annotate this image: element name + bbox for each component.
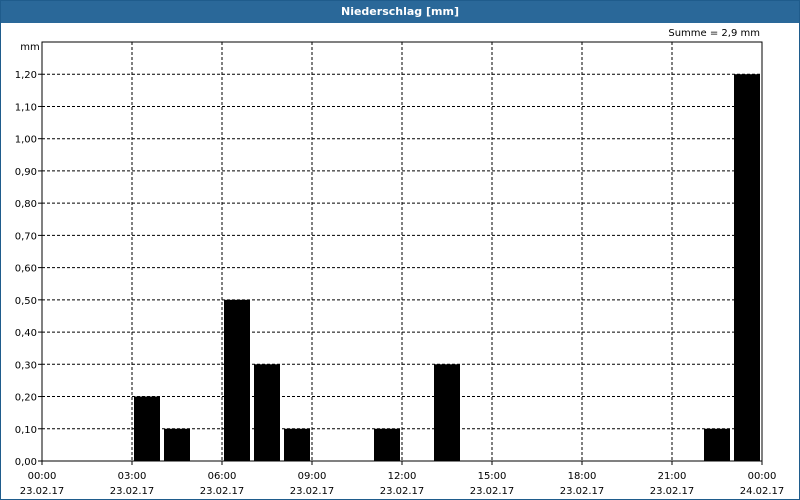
- y-tick-label: 1,10: [15, 102, 37, 113]
- y-tick-label: 0,00: [15, 457, 37, 468]
- precipitation-bar: [374, 428, 400, 461]
- precipitation-bar: [254, 364, 280, 461]
- precipitation-bar: [704, 428, 730, 461]
- x-tick-time: 06:00: [208, 471, 237, 482]
- x-tick-date: 23.02.17: [380, 486, 425, 497]
- y-tick-label: 0,80: [15, 199, 37, 210]
- y-tick-label: 0,20: [15, 393, 37, 404]
- x-tick-date: 23.02.17: [110, 486, 155, 497]
- x-tick-time: 15:00: [478, 471, 507, 482]
- precipitation-bar: [434, 364, 460, 461]
- y-tick-label: 1,20: [15, 70, 37, 81]
- x-tick-labels: 00:00 23.02.17 03:00 23.02.17 06:00 23.02.17 0…: [20, 471, 785, 497]
- x-tick-time: 00:00: [28, 471, 57, 482]
- precipitation-bar: [284, 428, 310, 461]
- x-tick-time: 21:00: [658, 471, 687, 482]
- x-tick-date: 24.02.17: [740, 486, 785, 497]
- precipitation-chart: mm Summe = 2,9 mm 0,000,100,200,300,400,…: [15, 28, 785, 497]
- y-tick-label: 0,90: [15, 167, 37, 178]
- y-tick-label: 0,60: [15, 264, 37, 275]
- y-tick-label: 0,50: [15, 296, 37, 307]
- x-tick-time: 09:00: [298, 471, 327, 482]
- x-tick-date: 23.02.17: [290, 486, 335, 497]
- y-tick-label: 0,30: [15, 360, 37, 371]
- x-tick-date: 23.02.17: [650, 486, 695, 497]
- x-tick-date: 23.02.17: [470, 486, 515, 497]
- x-tick-time: 03:00: [118, 471, 147, 482]
- y-tick-label: 0,10: [15, 425, 37, 436]
- y-tick-label: 1,00: [15, 135, 37, 146]
- y-tick-label: 0,70: [15, 231, 37, 242]
- x-tick-time: 18:00: [568, 471, 597, 482]
- y-axis-unit: mm: [20, 42, 39, 53]
- precipitation-bar: [164, 428, 190, 461]
- precipitation-bar: [734, 74, 760, 461]
- precipitation-bar: [134, 396, 160, 461]
- y-tick-label: 0,40: [15, 328, 37, 339]
- x-tick-date: 23.02.17: [20, 486, 65, 497]
- x-tick-date: 23.02.17: [560, 486, 605, 497]
- x-tick-time: 00:00: [748, 471, 777, 482]
- x-tick-date: 23.02.17: [200, 486, 245, 497]
- y-tick-labels: 0,00 0,10 0,20 0,30 0,40 0,50 0,60 0,70 0,80 0,90…: [15, 70, 37, 468]
- sum-label: Summe = 2,9 mm: [668, 28, 760, 39]
- precipitation-bar: [224, 299, 250, 461]
- x-tick-time: 12:00: [388, 471, 417, 482]
